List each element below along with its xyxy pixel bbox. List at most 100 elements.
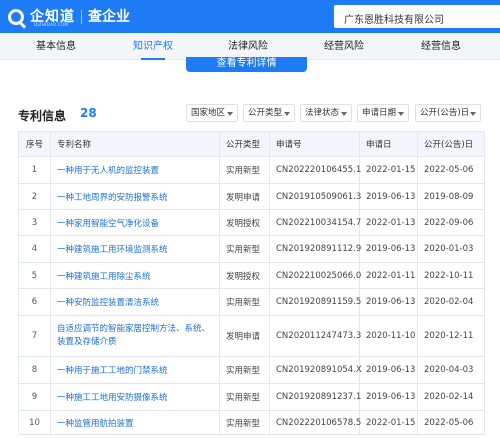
patent-name-link[interactable]: 自适应调节的智能家居控制方法、系统、装置及存储介质 bbox=[51, 316, 220, 356]
filter-legal-status[interactable]: 法律状态 bbox=[300, 104, 352, 122]
publish-type: 实用新型 bbox=[220, 157, 270, 183]
publish-type: 实用新型 bbox=[220, 357, 270, 383]
row-number: 5 bbox=[19, 263, 51, 288]
chevron-down-icon bbox=[470, 112, 476, 116]
logo[interactable]: 企知道 查企业 bbox=[8, 6, 130, 28]
table-row: 1 一种用于无人机的监控装置 实用新型 CN202220106455.1 2022-01… bbox=[19, 157, 485, 184]
publish-type: 实用新型 bbox=[220, 411, 270, 434]
top-header: 企知道 查企业 QIZHIDAO.COM 广东恩胜科技有限公司 bbox=[0, 0, 500, 33]
application-number: CN202210025066.0 bbox=[270, 263, 361, 288]
patent-name-link[interactable]: 一种用于无人机的监控装置 bbox=[51, 157, 220, 183]
application-number: CN201920891112.9 bbox=[270, 236, 361, 262]
publication-date: 2020-02-14 bbox=[418, 384, 485, 410]
tab-operating-risk[interactable]: 经营风险 bbox=[288, 33, 400, 60]
table-row: 4 一种建筑施工用环境监测系统 实用新型 CN201920891112.9 2019-0… bbox=[19, 236, 485, 263]
tab-basic-info[interactable]: 基本信息 bbox=[0, 33, 112, 60]
application-number: CN201920891159.5 bbox=[270, 289, 361, 315]
application-number: CN202011247473.3 bbox=[270, 316, 361, 356]
table-row: 3 一种家用智能空气净化设备 发明授权 CN202210034154.7 2022-01… bbox=[19, 210, 485, 236]
publish-type: 实用新型 bbox=[220, 289, 270, 315]
application-number: CN202210034154.7 bbox=[270, 210, 361, 235]
publication-date: 2022-09-06 bbox=[418, 210, 485, 235]
chevron-down-icon bbox=[284, 112, 290, 116]
search-input[interactable]: 广东恩胜科技有限公司 bbox=[334, 5, 500, 28]
patent-name-link[interactable]: 一种施工工地用安防摄像系统 bbox=[51, 384, 220, 410]
application-number: CN201910509061.3 bbox=[270, 184, 361, 209]
table-header-row: 序号 专利名称 公开类型 申请号 申请日 公开(公告)日 bbox=[19, 132, 485, 157]
application-number: CN201920891237.1 bbox=[270, 384, 361, 410]
patent-name-link[interactable]: 一种家用智能空气净化设备 bbox=[51, 210, 220, 235]
publish-type: 发明申请 bbox=[220, 184, 270, 209]
publication-date: 2019-08-09 bbox=[418, 184, 485, 209]
patent-count: 28 bbox=[80, 106, 97, 120]
application-date: 2022-01-11 bbox=[360, 263, 418, 288]
filter-country[interactable]: 国家地区 bbox=[186, 104, 238, 122]
application-date: 2022-01-15 bbox=[360, 157, 418, 183]
logo-subtext: QIZHIDAO.COM bbox=[34, 22, 69, 27]
peek-button[interactable]: 查看专利详情 bbox=[186, 57, 307, 72]
column-header: 公开类型 bbox=[220, 132, 270, 156]
column-header: 申请日 bbox=[360, 132, 418, 156]
column-header: 专利名称 bbox=[51, 132, 220, 156]
filter-label: 国家地区 bbox=[191, 108, 226, 118]
application-number: CN201920891054.X bbox=[270, 357, 362, 383]
table-row: 6 一种安防监控装置清洁系统 实用新型 CN201920891159.5 2019-06… bbox=[19, 289, 485, 316]
chevron-down-icon bbox=[341, 112, 347, 116]
filter-application-date[interactable]: 申请日期 bbox=[357, 104, 409, 122]
publication-date: 2022-10-11 bbox=[418, 263, 485, 288]
publication-date: 2020-12-11 bbox=[418, 316, 485, 356]
filter-label: 公开(公告)日 bbox=[420, 108, 470, 118]
patent-name-link[interactable]: 一种建筑施工用环境监测系统 bbox=[51, 236, 220, 262]
table-row: 8 一种用于施工工地的门禁系统 实用新型 CN201920891054.X 2019-0… bbox=[19, 357, 485, 384]
application-number: CN202220106578.5 bbox=[270, 411, 361, 434]
row-number: 3 bbox=[19, 210, 51, 235]
chevron-down-icon bbox=[398, 112, 404, 116]
application-date: 2019-06-13 bbox=[360, 236, 418, 262]
product-name[interactable]: 查企业 bbox=[88, 10, 130, 24]
filter-label: 申请日期 bbox=[362, 108, 397, 118]
row-number: 1 bbox=[19, 157, 51, 183]
column-header: 公开(公告)日 bbox=[418, 132, 485, 156]
table-row: 9 一种施工工地用安防摄像系统 实用新型 CN201920891237.1 2019-0… bbox=[19, 384, 485, 411]
table-row: 7 自适应调节的智能家居控制方法、系统、装置及存储介质 发明申请 CN20201124… bbox=[19, 316, 485, 357]
publish-type: 发明申请 bbox=[220, 316, 270, 356]
row-number: 10 bbox=[19, 411, 51, 434]
publication-date: 2022-05-06 bbox=[418, 411, 485, 434]
publish-type: 发明授权 bbox=[220, 210, 270, 235]
table-row: 10 一种监管用航拍装置 实用新型 CN202220106578.5 2022-01-1… bbox=[19, 411, 485, 435]
application-date: 2020-11-10 bbox=[360, 316, 418, 356]
filter-label: 公开类型 bbox=[248, 108, 283, 118]
column-header: 申请号 bbox=[270, 132, 360, 156]
application-date: 2019-06-13 bbox=[360, 184, 418, 209]
application-date: 2019-06-13 bbox=[360, 357, 418, 383]
filter-publish-type[interactable]: 公开类型 bbox=[243, 104, 295, 122]
nav-tabs: 基本信息 知识产权 法律风险 经营风险 经营信息 bbox=[0, 33, 500, 60]
patent-name-link[interactable]: 一种工地周界的安防报警系统 bbox=[51, 184, 220, 209]
patent-name-link[interactable]: 一种安防监控装置清洁系统 bbox=[51, 289, 220, 315]
application-date: 2022-01-13 bbox=[360, 210, 418, 235]
patent-name-link[interactable]: 一种监管用航拍装置 bbox=[51, 411, 220, 434]
publication-date: 2020-04-03 bbox=[418, 357, 485, 383]
application-date: 2019-06-13 bbox=[360, 289, 418, 315]
table-row: 2 一种工地周界的安防报警系统 发明申请 CN201910509061.3 2019-0… bbox=[19, 184, 485, 210]
row-number: 4 bbox=[19, 236, 51, 262]
row-number: 9 bbox=[19, 384, 51, 410]
patent-name-link[interactable]: 一种用于施工工地的门禁系统 bbox=[51, 357, 220, 383]
patent-table: 序号 专利名称 公开类型 申请号 申请日 公开(公告)日 1 一种用于无人机的监控… bbox=[18, 131, 485, 435]
publish-type: 实用新型 bbox=[220, 384, 270, 410]
row-number: 7 bbox=[19, 316, 51, 356]
section-title: 专利信息 bbox=[18, 109, 67, 123]
table-row: 5 一种建筑施工用除尘系统 发明授权 CN202210025066.0 2022-01-… bbox=[19, 263, 485, 289]
row-number: 2 bbox=[19, 184, 51, 209]
application-date: 2019-06-13 bbox=[360, 384, 418, 410]
row-number: 6 bbox=[19, 289, 51, 315]
tab-operating-info[interactable]: 经营信息 bbox=[385, 33, 497, 60]
filter-label: 法律状态 bbox=[305, 108, 340, 118]
filter-publication-date[interactable]: 公开(公告)日 bbox=[415, 104, 481, 122]
application-number: CN202220106455.1 bbox=[270, 157, 361, 183]
logo-icon bbox=[8, 9, 24, 25]
publish-type: 发明授权 bbox=[220, 263, 270, 288]
chevron-down-icon bbox=[227, 112, 233, 116]
patent-name-link[interactable]: 一种建筑施工用除尘系统 bbox=[51, 263, 220, 288]
column-header: 序号 bbox=[19, 132, 51, 156]
